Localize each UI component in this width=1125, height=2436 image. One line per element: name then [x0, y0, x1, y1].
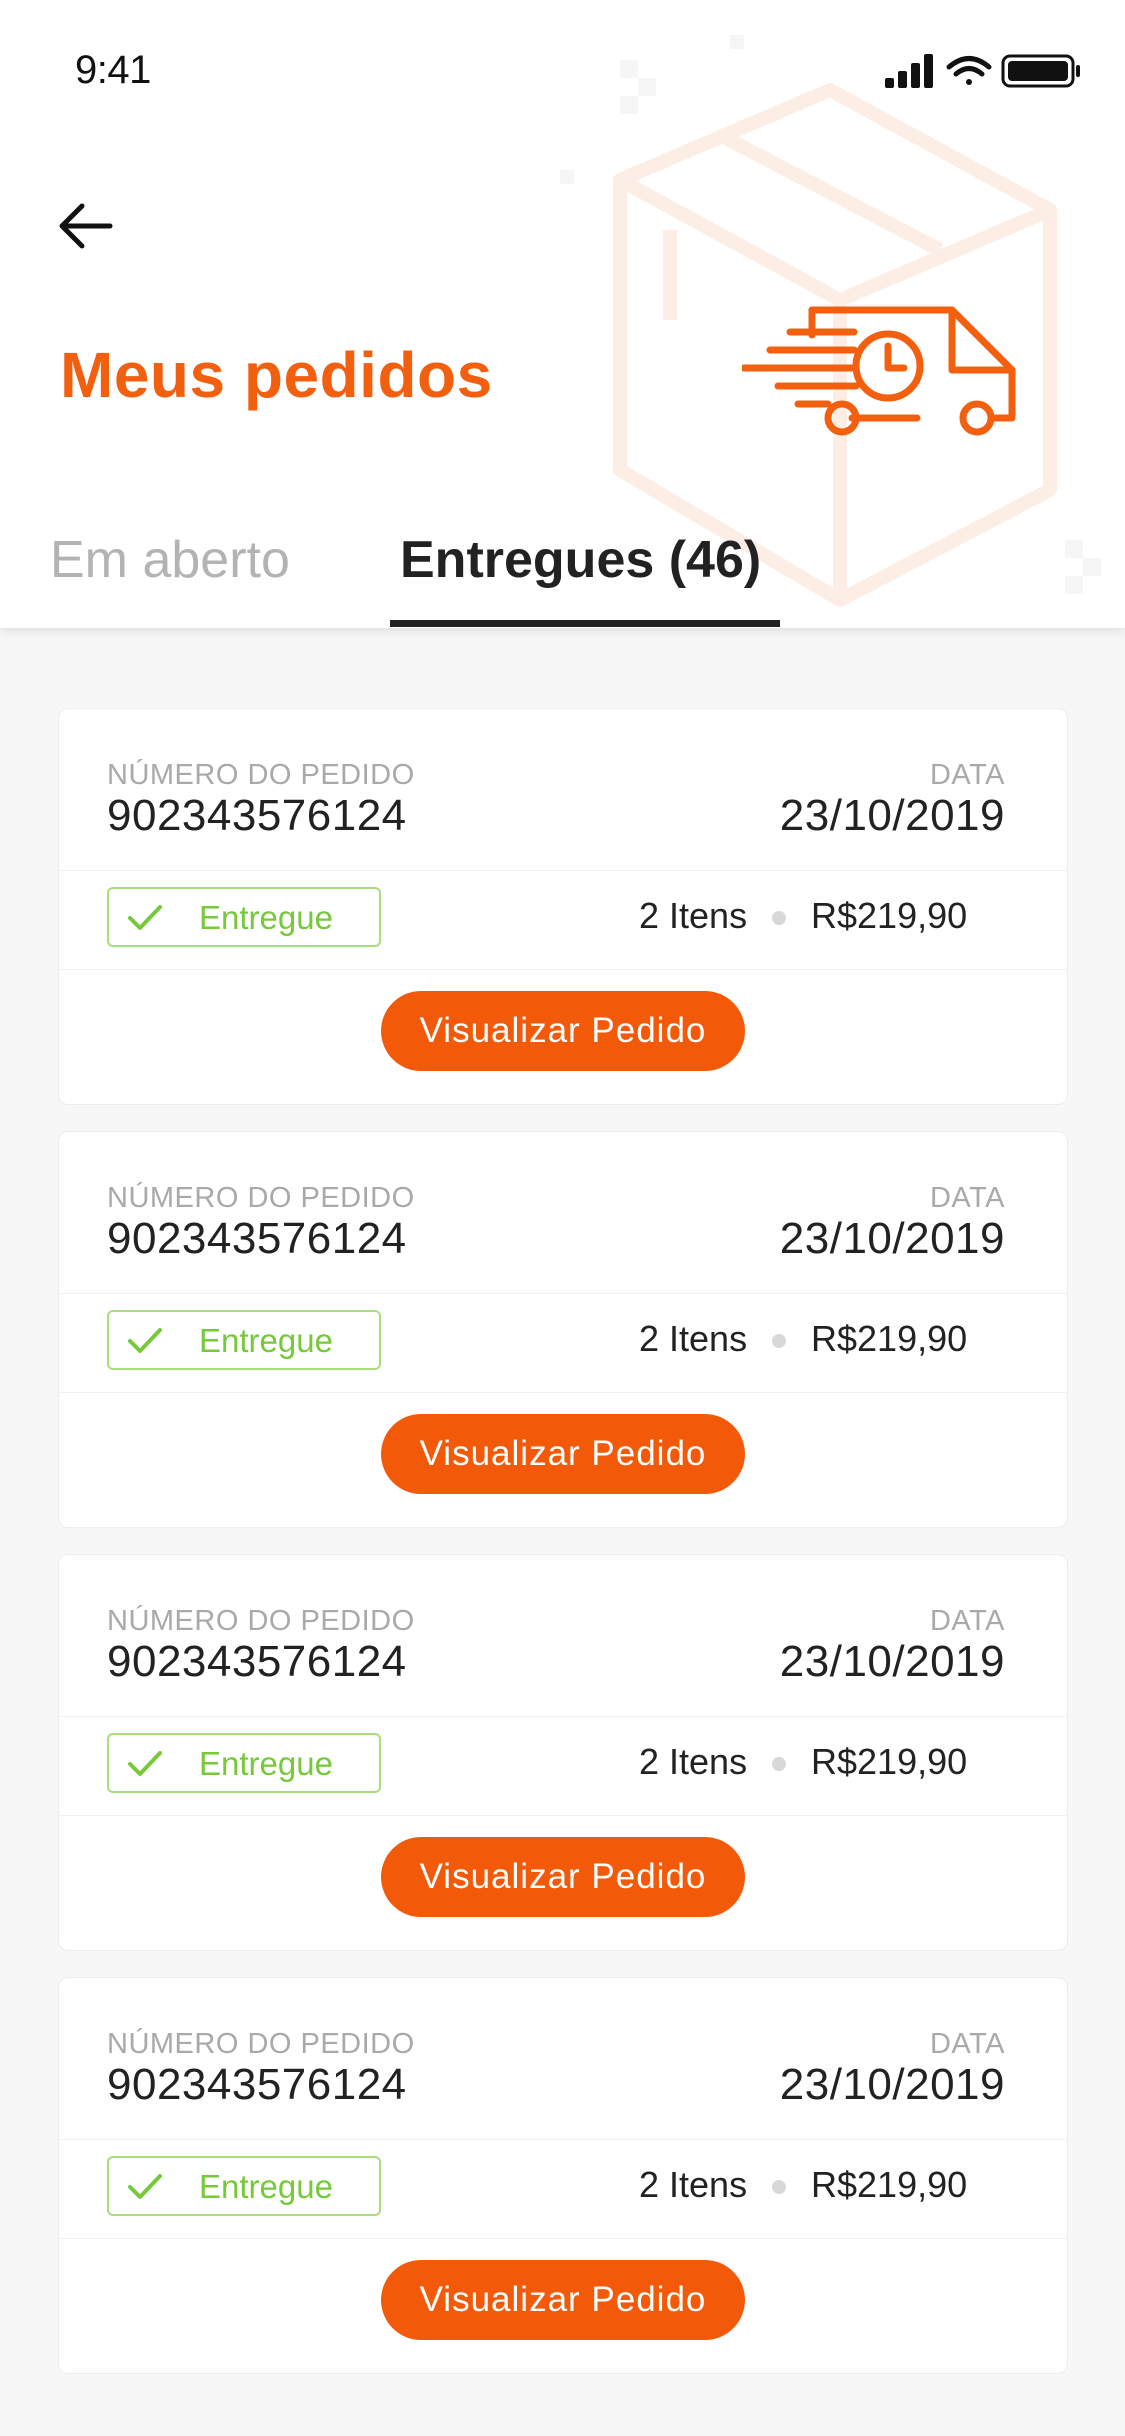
tab-em-aberto[interactable]: Em aberto — [50, 530, 290, 590]
view-order-button[interactable]: Visualizar Pedido — [381, 2260, 745, 2340]
item-count: 2 Itens — [639, 1318, 748, 1359]
order-price: R$219,90 — [811, 1741, 968, 1782]
order-number: 902343576124 — [107, 2060, 407, 2109]
status-badge: Entregue — [107, 2156, 381, 2216]
check-icon — [128, 1328, 162, 1353]
divider — [59, 2238, 1067, 2239]
status-text: Entregue — [199, 1745, 333, 1782]
check-icon — [128, 1751, 162, 1776]
header: 9:41 Meus pedidos Em aberto Entregues (4… — [0, 0, 1125, 628]
view-order-button[interactable]: Visualizar Pedido — [381, 991, 745, 1071]
divider — [59, 870, 1067, 871]
check-icon — [128, 905, 162, 930]
divider — [59, 1815, 1067, 1816]
order-date-label: DATA — [929, 1182, 1005, 1214]
battery-icon — [1001, 54, 1080, 88]
item-count: 2 Itens — [639, 1741, 748, 1782]
status-text: Entregue — [199, 899, 333, 936]
order-number-label: NÚMERO DO PEDIDO — [107, 1182, 415, 1214]
divider — [59, 969, 1067, 970]
item-count: 2 Itens — [639, 2164, 748, 2205]
separator-dot — [772, 1757, 786, 1771]
status-badge: Entregue — [107, 1733, 381, 1793]
view-order-button[interactable]: Visualizar Pedido — [381, 1414, 745, 1494]
divider — [59, 1392, 1067, 1393]
order-card: NÚMERO DO PEDIDO DATA 902343576124 23/10… — [58, 708, 1068, 1105]
separator-dot — [772, 1334, 786, 1348]
order-date-label: DATA — [929, 1605, 1005, 1637]
separator-dot — [772, 2180, 786, 2194]
page-title: Meus pedidos — [60, 339, 493, 411]
order-date: 23/10/2019 — [779, 1637, 1005, 1686]
status-time: 9:41 — [75, 48, 151, 92]
view-order-button[interactable]: Visualizar Pedido — [381, 1837, 745, 1917]
status-icons — [885, 54, 1080, 88]
cellular-signal-icon — [885, 54, 933, 88]
delivery-truck-icon — [742, 306, 1016, 436]
order-price: R$219,90 — [811, 895, 968, 936]
order-card: NÚMERO DO PEDIDO DATA 902343576124 23/10… — [58, 1554, 1068, 1951]
order-number-label: NÚMERO DO PEDIDO — [107, 2028, 415, 2060]
wifi-icon — [946, 56, 992, 85]
divider — [59, 1293, 1067, 1294]
status-badge: Entregue — [107, 887, 381, 947]
arrow-left-icon[interactable] — [56, 200, 116, 252]
divider — [59, 1716, 1067, 1717]
order-number: 902343576124 — [107, 791, 407, 840]
divider — [59, 2139, 1067, 2140]
order-card: NÚMERO DO PEDIDO DATA 902343576124 23/10… — [58, 1131, 1068, 1528]
item-count: 2 Itens — [639, 895, 748, 936]
order-date: 23/10/2019 — [779, 2060, 1005, 2109]
separator-dot — [772, 911, 786, 925]
order-price: R$219,90 — [811, 1318, 968, 1359]
status-text: Entregue — [199, 1322, 333, 1359]
order-number: 902343576124 — [107, 1214, 407, 1263]
tab-entregues[interactable]: Entregues (46) — [400, 530, 761, 590]
order-number: 902343576124 — [107, 1637, 407, 1686]
order-price: R$219,90 — [811, 2164, 968, 2205]
order-number-label: NÚMERO DO PEDIDO — [107, 759, 415, 791]
order-card: NÚMERO DO PEDIDO DATA 902343576124 23/10… — [58, 1977, 1068, 2374]
status-text: Entregue — [199, 2168, 333, 2205]
order-date-label: DATA — [929, 759, 1005, 791]
order-number-label: NÚMERO DO PEDIDO — [107, 1605, 415, 1637]
order-date: 23/10/2019 — [779, 1214, 1005, 1263]
status-badge: Entregue — [107, 1310, 381, 1370]
order-date: 23/10/2019 — [779, 791, 1005, 840]
check-icon — [128, 2174, 162, 2199]
order-date-label: DATA — [929, 2028, 1005, 2060]
active-tab-indicator — [390, 620, 780, 627]
